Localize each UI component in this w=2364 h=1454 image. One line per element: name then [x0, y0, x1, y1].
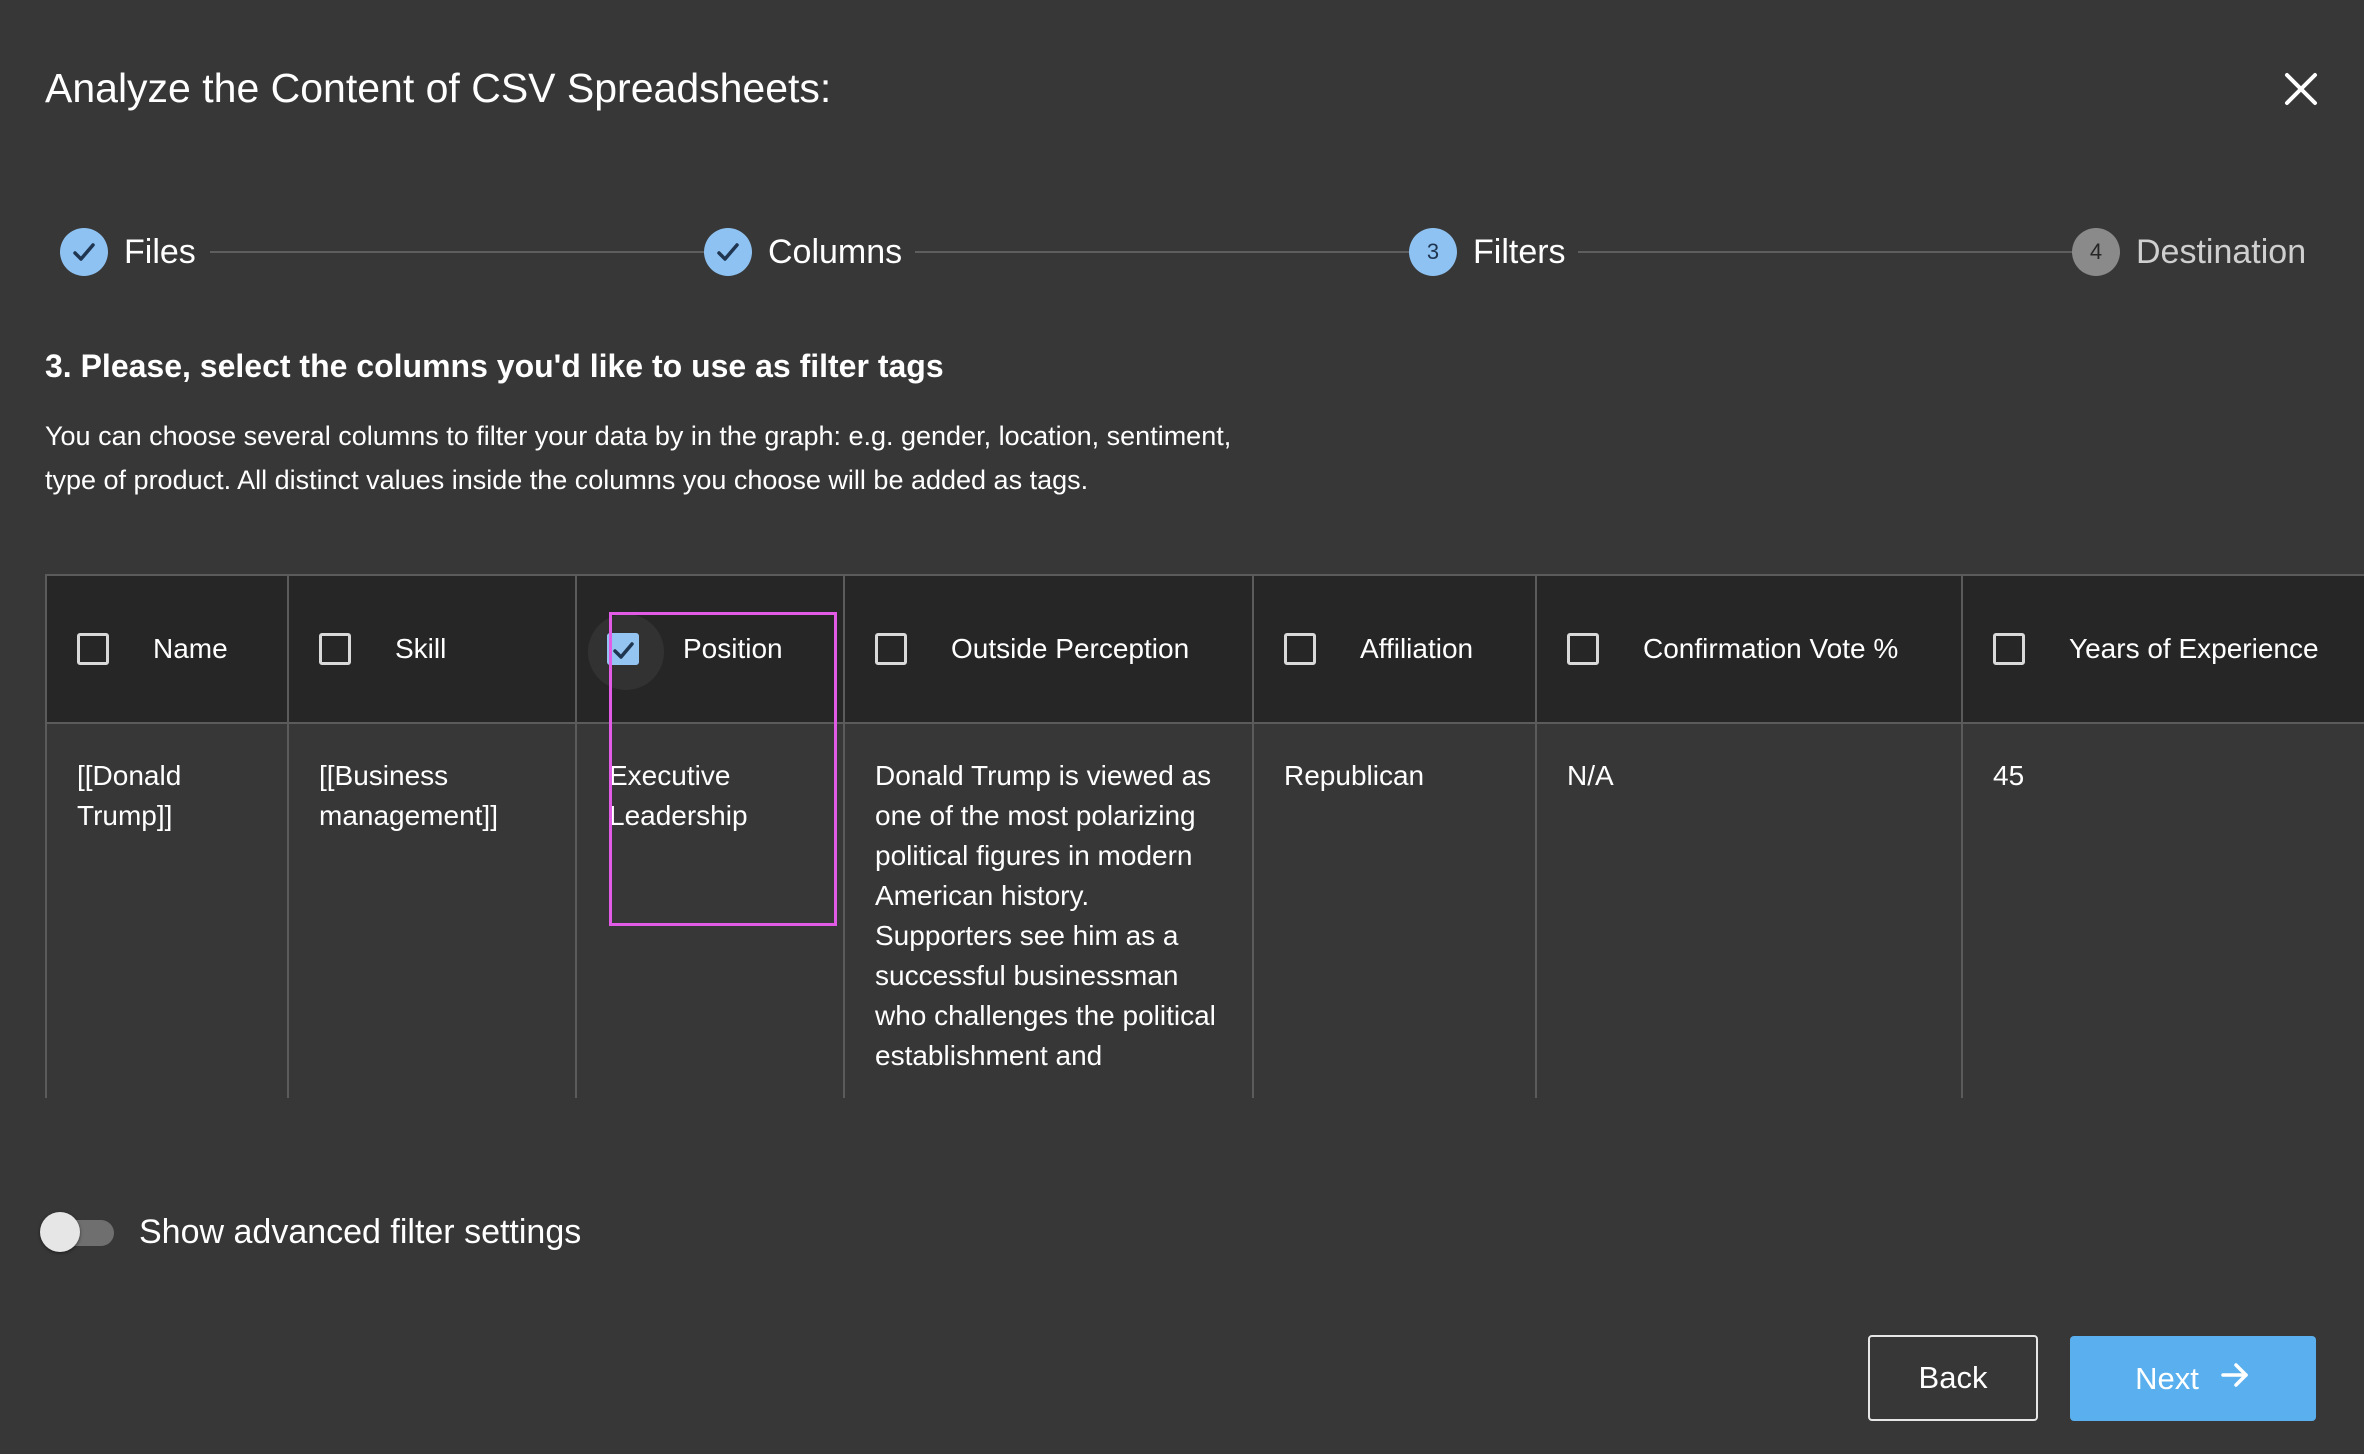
step-number: 4: [2072, 228, 2120, 276]
table-cell: Republican: [1252, 722, 1537, 1098]
next-button[interactable]: Next: [2070, 1336, 2316, 1421]
column-checkbox-skill[interactable]: [319, 633, 351, 665]
column-checkbox-name[interactable]: [77, 633, 109, 665]
column-header-skill[interactable]: Skill: [287, 574, 577, 724]
step-filters: 3 Filters: [1409, 226, 1566, 278]
column-checkbox-affiliation[interactable]: [1284, 633, 1316, 665]
toggle-knob: [40, 1212, 80, 1252]
column-checkbox-position[interactable]: [588, 614, 664, 690]
close-button[interactable]: [2276, 64, 2326, 114]
column-header-outside-perception[interactable]: Outside Perception: [843, 574, 1254, 724]
step-label: Files: [124, 232, 196, 271]
section-description: You can choose several columns to filter…: [45, 421, 1232, 495]
back-button[interactable]: Back: [1868, 1335, 2038, 1421]
column-header-confirmation-vote[interactable]: Confirmation Vote %: [1535, 574, 1963, 724]
column-label: Confirmation Vote %: [1643, 633, 1899, 664]
table-header-row: Name Skill Position Outside Perception A…: [45, 574, 2364, 724]
table-cell: [[Business management]]: [287, 722, 577, 1098]
step-label: Destination: [2136, 232, 2307, 271]
column-header-position[interactable]: Position: [575, 574, 845, 724]
advanced-settings-toggle[interactable]: [40, 1212, 116, 1252]
step-connector: [915, 251, 1450, 253]
column-checkbox-outside-perception[interactable]: [875, 633, 907, 665]
column-label: Position: [683, 633, 783, 664]
next-button-label: Next: [2135, 1360, 2199, 1396]
step-destination: 4 Destination: [2072, 226, 2306, 278]
step-connector: [210, 251, 745, 253]
stepper: Files Columns 3 Filters 4 Destination: [60, 226, 2306, 278]
table-cell: Executive Leadership: [575, 722, 845, 1098]
step-connector: [1578, 251, 2113, 253]
step-label: Columns: [768, 232, 903, 271]
close-icon: [2285, 73, 2317, 105]
check-icon: [613, 642, 634, 659]
column-label: Name: [153, 633, 228, 664]
check-icon: [60, 228, 108, 276]
table-cell: N/A: [1535, 722, 1963, 1098]
check-icon: [704, 228, 752, 276]
columns-table[interactable]: Name Skill Position Outside Perception A…: [45, 574, 2364, 1098]
column-label: Skill: [395, 633, 447, 664]
arrow-right-icon: [2219, 1359, 2251, 1399]
step-columns: Columns: [704, 226, 902, 278]
table-cell: Donald Trump is viewed as one of the mos…: [843, 722, 1254, 1098]
column-checkbox-years-of-experience[interactable]: [1993, 633, 2025, 665]
column-header-name[interactable]: Name: [45, 574, 289, 724]
column-label: Affiliation: [1360, 633, 1474, 664]
column-label: Outside Perception: [951, 633, 1190, 664]
dialog-title: Analyze the Content of CSV Spreadsheets:: [45, 65, 832, 111]
step-number: 3: [1409, 228, 1457, 276]
table-cell: [[Donald Trump]]: [45, 722, 289, 1098]
table-cell: 45: [1961, 722, 2364, 1098]
advanced-settings-label: Show advanced filter settings: [139, 1213, 582, 1251]
column-label: Years of Experience: [2069, 633, 2319, 664]
column-header-years-of-experience[interactable]: Years of Experience: [1961, 574, 2364, 724]
step-files: Files: [60, 226, 196, 278]
column-checkbox-confirmation-vote[interactable]: [1567, 633, 1599, 665]
section-heading: 3. Please, select the columns you'd like…: [45, 348, 944, 384]
column-header-affiliation[interactable]: Affiliation: [1252, 574, 1537, 724]
table-row: [[Donald Trump]] [[Business management]]…: [45, 722, 2364, 1098]
step-label: Filters: [1473, 232, 1566, 271]
